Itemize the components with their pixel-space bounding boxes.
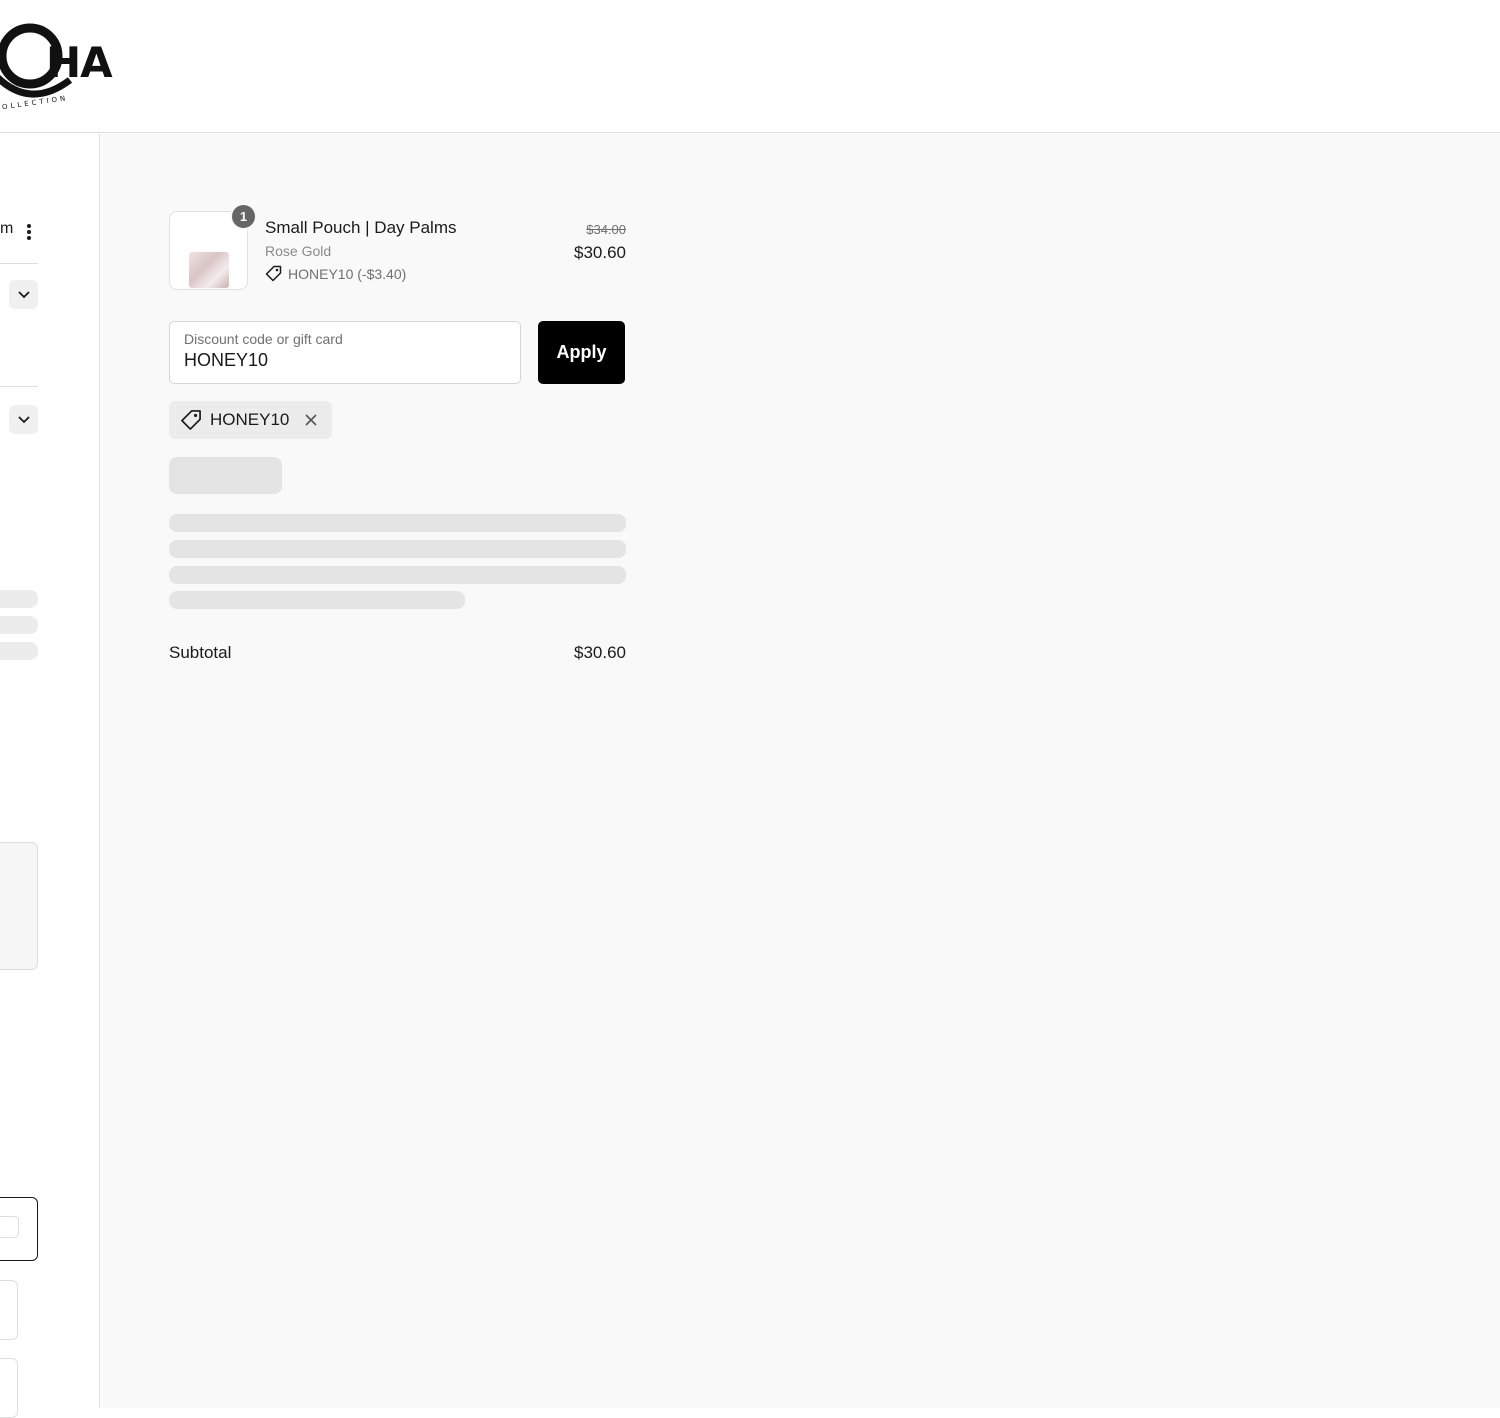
chevron-down-icon (17, 415, 30, 423)
line-discount: HONEY10 (-$3.40) (265, 265, 406, 282)
subtotal-label: Subtotal (169, 643, 232, 662)
info-panel (0, 842, 38, 970)
product-thumbnail: 1 (169, 203, 257, 290)
subtotal-value: $30.60 (574, 643, 626, 662)
applied-code-text: HONEY10 (210, 410, 290, 429)
loading-skeleton (0, 642, 38, 660)
loading-skeleton (169, 514, 626, 532)
contact-fragment-text: m (0, 220, 14, 237)
discount-code-input[interactable] (184, 350, 504, 371)
brand-logo[interactable]: COLLECTION HA (0, 14, 136, 114)
loading-skeleton (0, 590, 38, 608)
product-variant: Rose Gold (265, 243, 332, 259)
header: COLLECTION HA (0, 0, 1500, 133)
loading-skeleton (169, 591, 465, 609)
product-image (189, 252, 229, 288)
discount-code-field[interactable]: Discount code or gift card (169, 321, 521, 384)
expand-button[interactable] (9, 280, 38, 309)
line-discount-text: HONEY10 (-$3.40) (288, 265, 407, 282)
line-item: 1 Small Pouch | Day Palms Rose Gold HONE… (169, 203, 626, 291)
logo-text: HA (46, 38, 113, 87)
option-box[interactable] (0, 1358, 18, 1418)
loading-skeleton (169, 566, 626, 584)
quantity-badge: 1 (230, 203, 257, 230)
remove-discount-x (305, 414, 317, 426)
more-vertical-icon[interactable] (24, 224, 34, 242)
option-marker (0, 1216, 19, 1238)
expand-button[interactable] (9, 405, 38, 434)
loading-skeleton (169, 540, 626, 558)
tag-icon (181, 410, 201, 430)
loading-skeleton (0, 616, 38, 634)
discounted-price: $30.60 (574, 243, 626, 262)
apply-button[interactable]: Apply (538, 321, 625, 384)
original-price: $34.00 (586, 222, 626, 237)
chevron-down-icon (17, 290, 30, 298)
loading-skeleton (169, 457, 282, 494)
option-box[interactable] (0, 1280, 18, 1340)
applied-discount-chip: HONEY10 (169, 401, 332, 439)
checkout-form-pane: m (0, 134, 100, 1418)
divider (0, 386, 38, 387)
tag-icon (265, 265, 282, 282)
divider (0, 263, 38, 264)
product-title: Small Pouch | Day Palms (265, 218, 457, 237)
close-icon[interactable] (303, 412, 319, 428)
discount-field-label: Discount code or gift card (184, 331, 343, 347)
selected-option[interactable] (0, 1197, 38, 1261)
